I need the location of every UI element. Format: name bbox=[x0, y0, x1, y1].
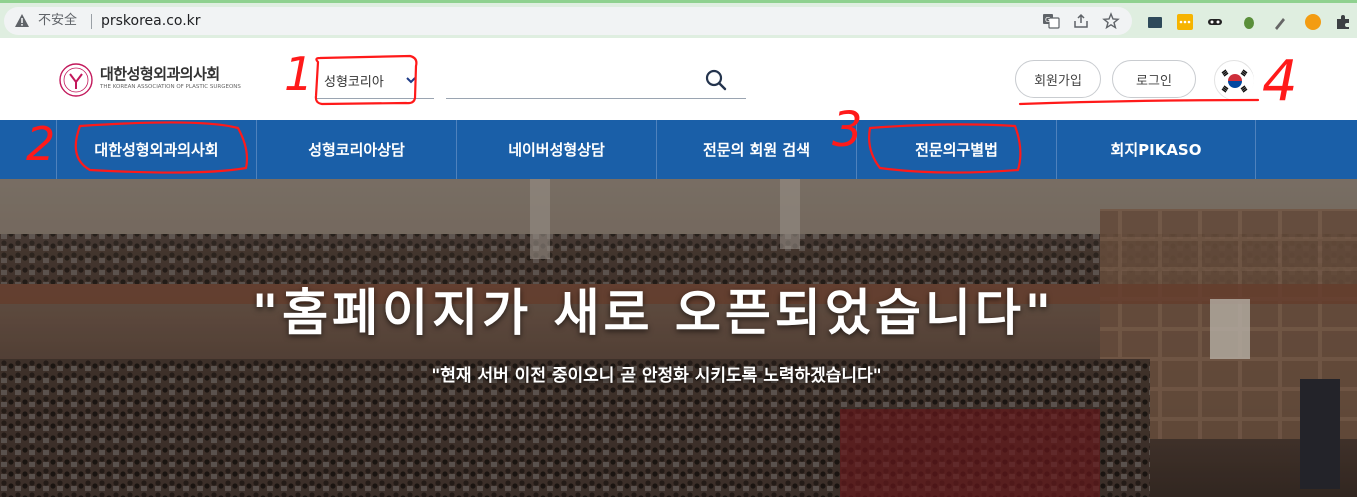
hero-banner: "홈페이지가 새로 오픈되었습니다" "현재 서버 이전 중이오니 곧 안정화 … bbox=[0, 179, 1357, 497]
search-input[interactable] bbox=[446, 63, 746, 99]
search-icon[interactable] bbox=[702, 66, 730, 94]
insecure-label[interactable]: 不安全 bbox=[38, 12, 77, 30]
language-flag-button[interactable] bbox=[1214, 60, 1254, 100]
site-header: 대한성형외과의사회 THE KOREAN ASSOCIATION OF PLAS… bbox=[0, 38, 1357, 120]
search-category-select[interactable]: 성형코리아 bbox=[316, 63, 434, 99]
puzzle-icon[interactable] bbox=[1334, 13, 1352, 31]
browser-toolbar: 不安全 prskorea.co.kr G bbox=[0, 0, 1357, 38]
url-text[interactable]: prskorea.co.kr bbox=[101, 12, 201, 30]
star-icon[interactable] bbox=[1102, 12, 1120, 30]
main-navigation: 대한성형외과의사회 성형코리아상담 네이버성형상담 전문의 회원 검색 전문의구… bbox=[0, 120, 1357, 179]
bug-extension-icon[interactable] bbox=[1240, 13, 1258, 31]
address-bar[interactable]: 不安全 prskorea.co.kr G bbox=[4, 7, 1132, 35]
logo-subtitle: THE KOREAN ASSOCIATION OF PLASTIC SURGEO… bbox=[100, 84, 241, 90]
mask-extension-icon[interactable] bbox=[1206, 13, 1224, 31]
sale-extension-icon[interactable] bbox=[1304, 13, 1322, 31]
search-category-value: 성형코리아 bbox=[324, 75, 384, 90]
nav-item-pikaso[interactable]: 회지PIKASO bbox=[1056, 120, 1256, 179]
nav-item-specialist-guide[interactable]: 전문의구별법 bbox=[856, 120, 1056, 179]
nav-item-korea-consult[interactable]: 성형코리아상담 bbox=[256, 120, 456, 179]
omnibox-divider bbox=[91, 14, 92, 29]
chevron-down-icon bbox=[406, 77, 416, 84]
signup-button[interactable]: 회원가입 bbox=[1015, 60, 1101, 98]
logo-title[interactable]: 대한성형외과의사회 bbox=[100, 63, 220, 84]
nav-item-association[interactable]: 대한성형외과의사회 bbox=[56, 120, 256, 179]
svg-text:G: G bbox=[1045, 16, 1050, 24]
korean-flag-icon bbox=[1216, 62, 1254, 100]
notes-extension-icon[interactable] bbox=[1176, 13, 1194, 31]
hero-title: "홈페이지가 새로 오픈되었습니다" bbox=[252, 284, 1055, 342]
nav-item-naver-consult[interactable]: 네이버성형상담 bbox=[456, 120, 656, 179]
logo-emblem-icon[interactable] bbox=[58, 62, 94, 98]
nav-item-member-search[interactable]: 전문의 회원 검색 bbox=[656, 120, 856, 179]
translate-icon[interactable]: G bbox=[1042, 12, 1060, 30]
login-button[interactable]: 로그인 bbox=[1112, 60, 1196, 98]
brush-extension-icon[interactable] bbox=[1272, 13, 1290, 31]
warning-icon[interactable] bbox=[14, 13, 30, 29]
folder-extension-icon[interactable] bbox=[1146, 13, 1164, 31]
share-icon[interactable] bbox=[1072, 12, 1090, 30]
hero-subtitle: "현재 서버 이전 중이오니 곧 안정화 시키도록 노력하겠습니다" bbox=[431, 366, 882, 386]
